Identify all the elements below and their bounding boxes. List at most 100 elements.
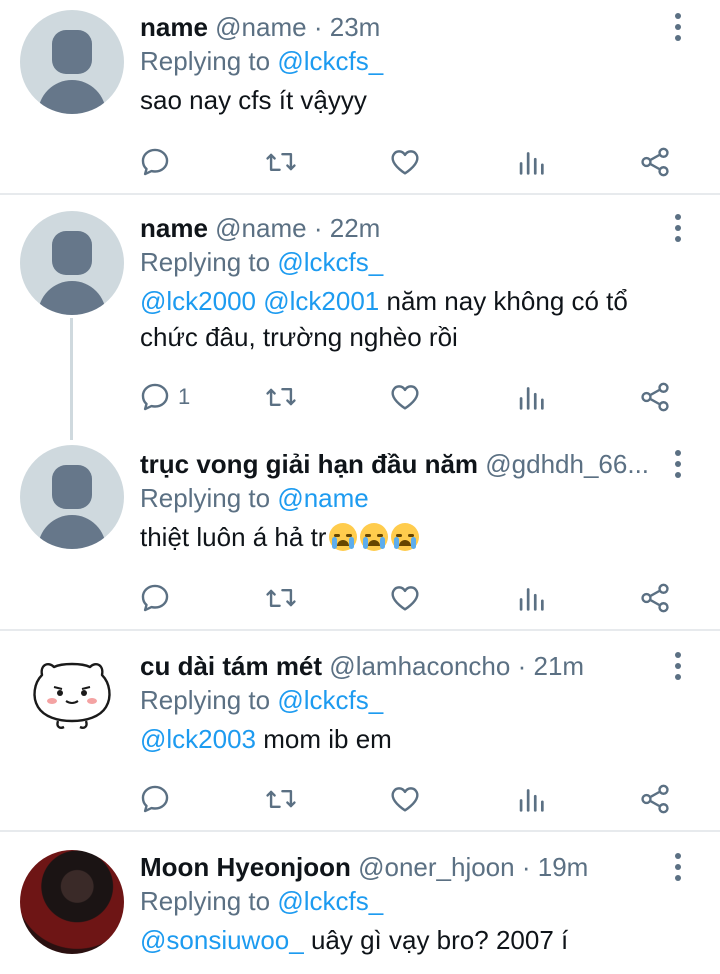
timestamp[interactable]: 22m — [330, 213, 381, 243]
reply-icon — [138, 380, 172, 414]
analytics-button[interactable] — [514, 377, 548, 417]
reply-button[interactable] — [138, 578, 172, 618]
analytics-icon — [514, 782, 548, 816]
thread-connector — [70, 318, 73, 440]
reply-icon — [138, 581, 172, 615]
tweet-body: uây gì vạy bro? 2007 í — [303, 925, 569, 955]
more-options-icon[interactable] — [666, 447, 690, 481]
tweet-text: @lck2003 mom ib em — [140, 721, 660, 757]
analytics-button[interactable] — [514, 779, 548, 819]
more-options-icon[interactable] — [666, 649, 690, 683]
retweet-button[interactable] — [264, 377, 298, 417]
handle[interactable]: @oner_hjoon — [358, 852, 515, 882]
handle[interactable]: @gdhdh_66... — [485, 449, 649, 479]
like-button[interactable] — [388, 377, 422, 417]
timestamp[interactable]: 21m — [534, 651, 585, 681]
handle[interactable]: @lamhaconcho — [329, 651, 510, 681]
separator-dot: · — [313, 12, 323, 42]
retweet-icon — [264, 782, 298, 816]
replying-prefix: Replying to — [140, 247, 271, 277]
share-button[interactable] — [638, 779, 672, 819]
replying-to: Replying to @lckcfs_ — [140, 44, 660, 78]
display-name[interactable]: Moon Hyeonjoon — [140, 852, 351, 882]
reply-button[interactable] — [138, 779, 172, 819]
loudly-crying-face-icon — [329, 523, 358, 551]
retweet-icon — [264, 380, 298, 414]
separator-dot: · — [521, 852, 531, 882]
share-button[interactable] — [638, 142, 672, 182]
tweet-header: trục vong giải hạn đầu năm @gdhdh_66... — [140, 447, 660, 481]
analytics-button[interactable] — [514, 142, 548, 182]
tweet-3[interactable]: trục vong giải hạn đầu năm @gdhdh_66... … — [0, 435, 720, 630]
timestamp[interactable]: 23m — [330, 12, 381, 42]
tweet-5[interactable]: Moon Hyeonjoon @oner_hjoon · 19m Replyin… — [0, 832, 720, 974]
like-icon — [388, 380, 422, 414]
replying-to: Replying to @lckcfs_ — [140, 683, 660, 717]
mention-link[interactable]: @sonsiuwoo_ — [140, 925, 304, 955]
tweet-1[interactable]: name @name · 23m Replying to @lckcfs_ sa… — [0, 0, 720, 194]
loudly-crying-face-icon — [391, 523, 420, 551]
tweet-4[interactable]: cu dài tám mét @lamhaconcho · 21m Replyi… — [0, 631, 720, 831]
tweet-text: @sonsiuwoo_ uây gì vạy bro? 2007 í — [140, 922, 660, 958]
more-options-icon[interactable] — [666, 10, 690, 44]
mention-link[interactable]: @lckcfs_ — [277, 685, 383, 715]
tweet-body: thiệt luôn á hả tr — [140, 522, 327, 552]
tweet-text: @lck2000 @lck2001 năm nay không có tổ ch… — [140, 283, 660, 355]
handle[interactable]: @name — [215, 12, 306, 42]
action-bar — [138, 142, 698, 182]
share-button[interactable] — [638, 578, 672, 618]
replying-prefix: Replying to — [140, 685, 271, 715]
display-name[interactable]: trục vong giải hạn đầu năm — [140, 449, 478, 479]
mention-link[interactable]: @lck2001 — [263, 286, 379, 316]
separator-dot: · — [517, 651, 527, 681]
mention-link[interactable]: @lck2003 — [140, 724, 256, 754]
display-name[interactable]: cu dài tám mét — [140, 651, 322, 681]
default-avatar-icon[interactable] — [20, 10, 124, 114]
display-name[interactable]: name — [140, 12, 208, 42]
like-icon — [388, 145, 422, 179]
timestamp[interactable]: 19m — [538, 852, 589, 882]
separator-dot: · — [313, 213, 323, 243]
mention-link[interactable]: @lck2000 — [140, 286, 256, 316]
action-bar: 1 — [138, 377, 698, 417]
default-avatar-icon[interactable] — [20, 445, 124, 549]
mention-link[interactable]: @lckcfs_ — [277, 886, 383, 916]
retweet-icon — [264, 581, 298, 615]
share-icon — [638, 380, 672, 414]
mention-link[interactable]: @lckcfs_ — [277, 46, 383, 76]
action-bar — [138, 578, 698, 618]
share-icon — [638, 145, 672, 179]
analytics-icon — [514, 380, 548, 414]
tweet-header: cu dài tám mét @lamhaconcho · 21m — [140, 649, 660, 683]
retweet-button[interactable] — [264, 779, 298, 819]
handle[interactable]: @name — [215, 213, 306, 243]
display-name[interactable]: name — [140, 213, 208, 243]
loudly-crying-face-icon — [360, 523, 389, 551]
hamster-sticker-avatar[interactable] — [20, 641, 124, 745]
like-button[interactable] — [388, 578, 422, 618]
retweet-button[interactable] — [264, 142, 298, 182]
tweet-2[interactable]: name @name · 22m Replying to @lckcfs_ @l… — [0, 195, 720, 435]
reply-button[interactable] — [138, 142, 172, 182]
reply-icon — [138, 145, 172, 179]
like-icon — [388, 782, 422, 816]
action-bar — [138, 779, 698, 819]
mention-link[interactable]: @name — [277, 483, 368, 513]
more-options-icon[interactable] — [666, 850, 690, 884]
like-icon — [388, 581, 422, 615]
reply-button[interactable]: 1 — [138, 377, 190, 417]
share-icon — [638, 782, 672, 816]
like-button[interactable] — [388, 779, 422, 819]
retweet-button[interactable] — [264, 578, 298, 618]
analytics-button[interactable] — [514, 578, 548, 618]
share-button[interactable] — [638, 377, 672, 417]
tweet-text: thiệt luôn á hả tr — [140, 519, 660, 555]
default-avatar-icon[interactable] — [20, 211, 124, 315]
mention-link[interactable]: @lckcfs_ — [277, 247, 383, 277]
photo-avatar[interactable] — [20, 850, 124, 954]
more-options-icon[interactable] — [666, 211, 690, 245]
share-icon — [638, 581, 672, 615]
like-button[interactable] — [388, 142, 422, 182]
replying-prefix: Replying to — [140, 46, 271, 76]
reply-count: 1 — [178, 384, 191, 409]
